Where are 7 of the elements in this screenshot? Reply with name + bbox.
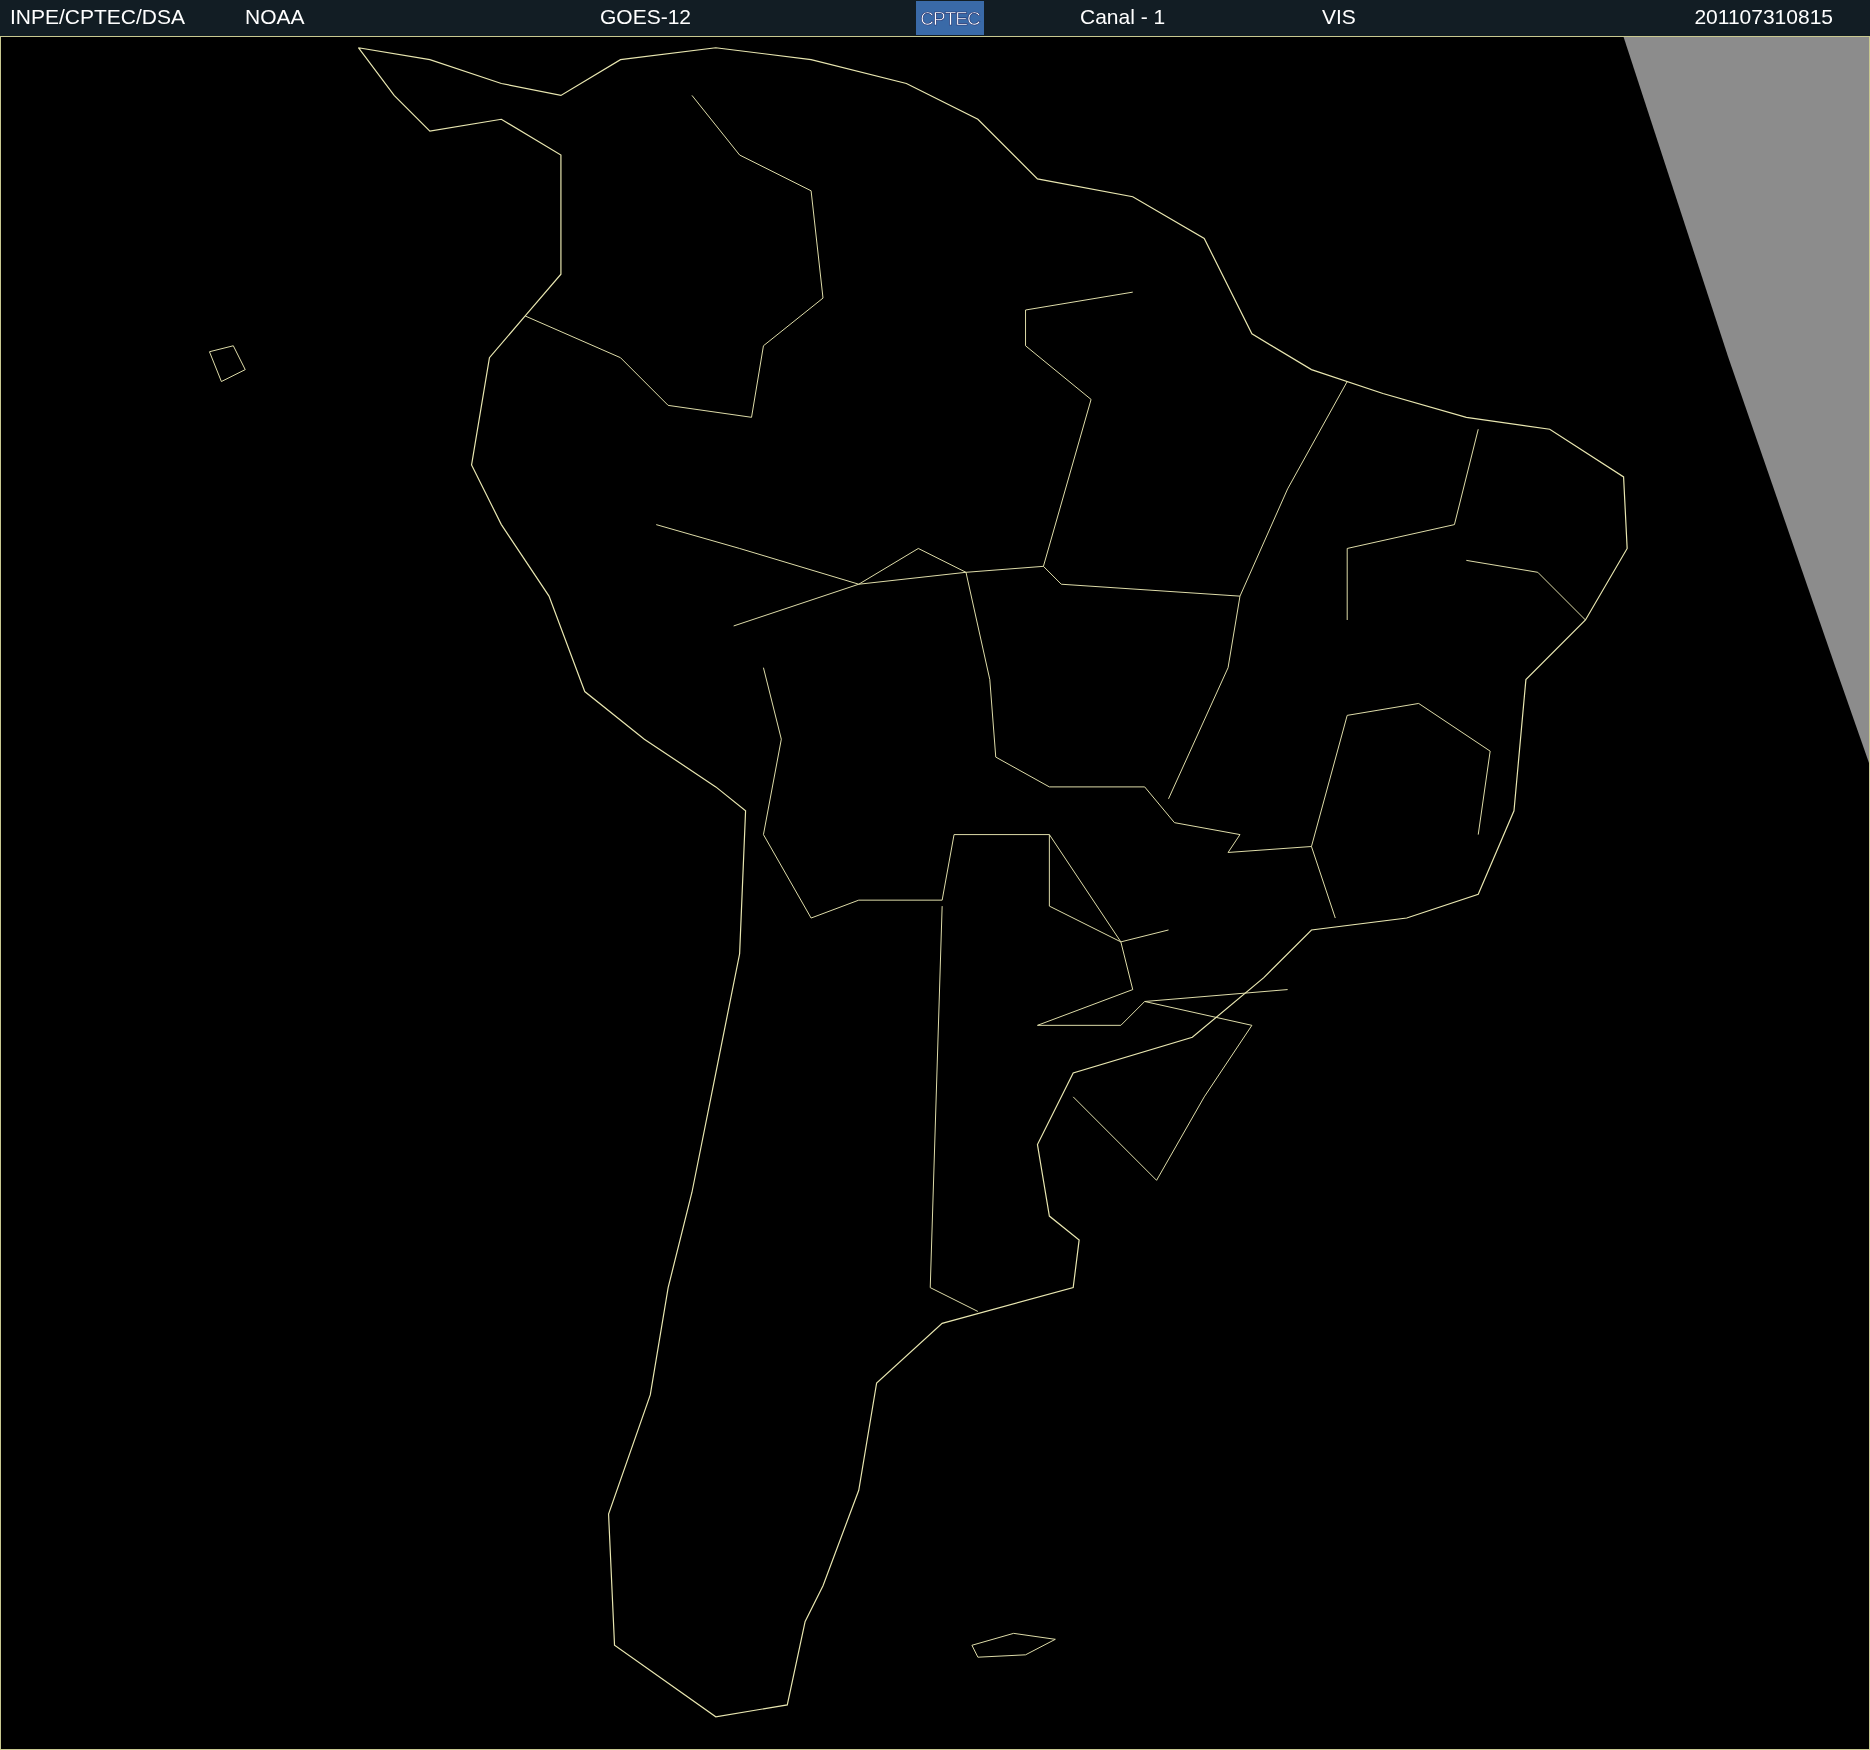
timestamp-label: 201107310815 [1694,4,1833,28]
satellite-label: GOES-12 [600,4,692,28]
source-label: INPE/CPTEC/DSA [10,4,186,28]
logo: CPTEC [916,1,984,35]
agency-label: NOAA [245,4,305,28]
band-label: VIS [1322,4,1356,28]
channel-label: Canal - 1 [1080,4,1166,28]
